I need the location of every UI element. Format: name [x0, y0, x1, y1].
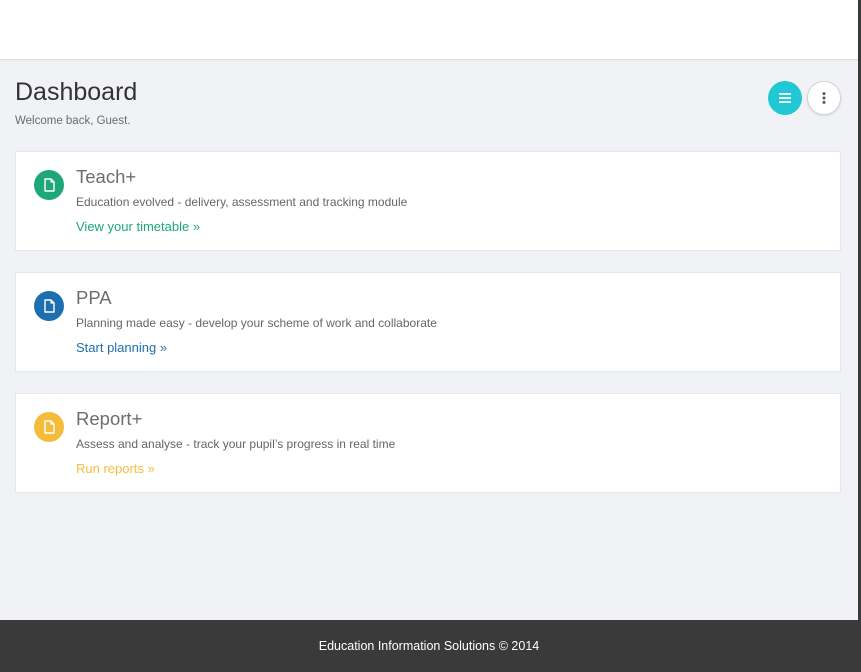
copyright-text: Education Information Solutions © 2014 [318, 639, 540, 653]
start-planning-link[interactable]: Start planning » [76, 340, 167, 355]
card-title: Teach+ [76, 166, 137, 187]
hamburger-menu-icon [779, 93, 791, 103]
view-timetable-link[interactable]: View your timetable » [76, 219, 200, 234]
ppa-icon-badge [34, 291, 64, 321]
card-title: PPA [76, 287, 112, 308]
welcome-message: Welcome back, Guest. [15, 115, 131, 127]
top-bar [0, 0, 858, 60]
card-title: Report+ [76, 408, 143, 429]
vertical-dots-icon [822, 92, 826, 104]
menu-button[interactable] [768, 81, 802, 115]
footer: Education Information Solutions © 2014 [0, 620, 858, 672]
report-plus-icon-badge [34, 412, 64, 442]
document-icon [43, 299, 55, 313]
page-title: Dashboard [15, 78, 138, 106]
card-description: Planning made easy - develop your scheme… [76, 316, 437, 330]
ppa-card: PPA Planning made easy - develop your sc… [15, 272, 841, 372]
card-description: Education evolved - delivery, assessment… [76, 195, 408, 209]
dashboard-page: Dashboard Welcome back, Guest. Teach+ Ed… [0, 60, 858, 620]
document-icon [43, 420, 55, 434]
more-options-button[interactable] [807, 81, 841, 115]
report-plus-card: Report+ Assess and analyse - track your … [15, 393, 841, 493]
run-reports-link[interactable]: Run reports » [76, 461, 155, 476]
document-icon [43, 178, 55, 192]
teach-plus-icon-badge [34, 170, 64, 200]
teach-plus-card: Teach+ Education evolved - delivery, ass… [15, 151, 841, 251]
card-description: Assess and analyse - track your pupil’s … [76, 437, 396, 451]
